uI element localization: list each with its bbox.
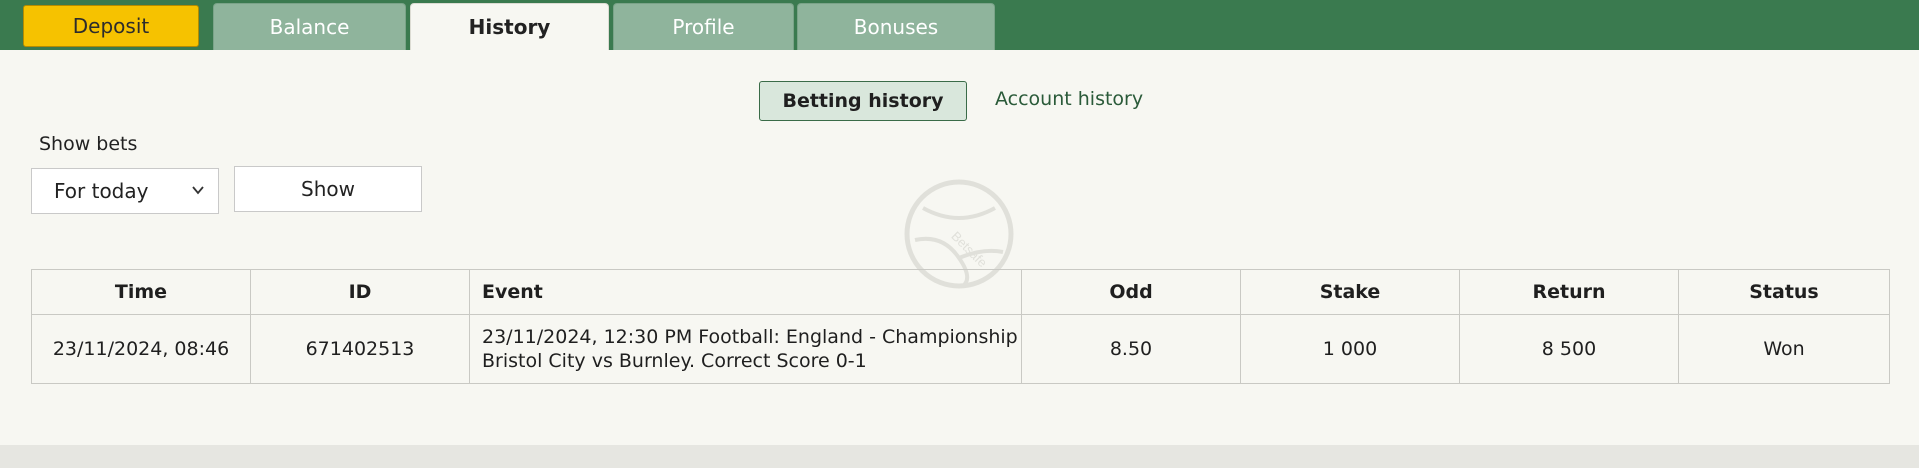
column-header-stake: Stake bbox=[1240, 269, 1460, 315]
column-header-event: Event bbox=[469, 269, 1022, 315]
show-bets-label: Show bets bbox=[39, 133, 138, 155]
cell-status-link[interactable]: Won bbox=[1678, 314, 1890, 384]
cell-odd: 8.50 bbox=[1021, 314, 1241, 384]
deposit-button[interactable]: Deposit bbox=[23, 5, 199, 47]
column-header-time: Time bbox=[31, 269, 251, 315]
bets-table: Time ID Event Odd Stake Return Status 23… bbox=[31, 269, 1890, 384]
column-header-id: ID bbox=[250, 269, 470, 315]
period-select-value: For today bbox=[54, 179, 149, 203]
cell-event: 23/11/2024, 12:30 PM Football: England -… bbox=[469, 314, 1022, 384]
tab-bonuses[interactable]: Bonuses bbox=[797, 3, 995, 50]
tab-profile[interactable]: Profile bbox=[613, 3, 794, 50]
event-line-1: 23/11/2024, 12:30 PM Football: England -… bbox=[482, 326, 1018, 348]
tab-balance[interactable]: Balance bbox=[213, 3, 406, 50]
cell-return: 8 500 bbox=[1459, 314, 1679, 384]
footer-strip bbox=[0, 445, 1919, 468]
show-button[interactable]: Show bbox=[234, 166, 422, 212]
cell-stake: 1 000 bbox=[1240, 314, 1460, 384]
column-header-return: Return bbox=[1459, 269, 1679, 315]
tab-history[interactable]: History bbox=[410, 3, 609, 50]
cell-time: 23/11/2024, 08:46 bbox=[31, 314, 251, 384]
betting-history-tab[interactable]: Betting history bbox=[759, 81, 967, 121]
cell-id: 671402513 bbox=[250, 314, 470, 384]
event-line-2: Bristol City vs Burnley. Correct Score 0… bbox=[482, 350, 867, 372]
account-history-link[interactable]: Account history bbox=[995, 88, 1143, 110]
table-row: 23/11/2024, 08:46 671402513 23/11/2024, … bbox=[31, 314, 1890, 384]
column-header-status: Status bbox=[1678, 269, 1890, 315]
table-header-row: Time ID Event Odd Stake Return Status bbox=[31, 269, 1890, 315]
watermark-text: Betsafe bbox=[948, 228, 990, 270]
column-header-odd: Odd bbox=[1021, 269, 1241, 315]
chevron-down-icon bbox=[192, 186, 204, 195]
period-select[interactable]: For today bbox=[31, 168, 219, 214]
